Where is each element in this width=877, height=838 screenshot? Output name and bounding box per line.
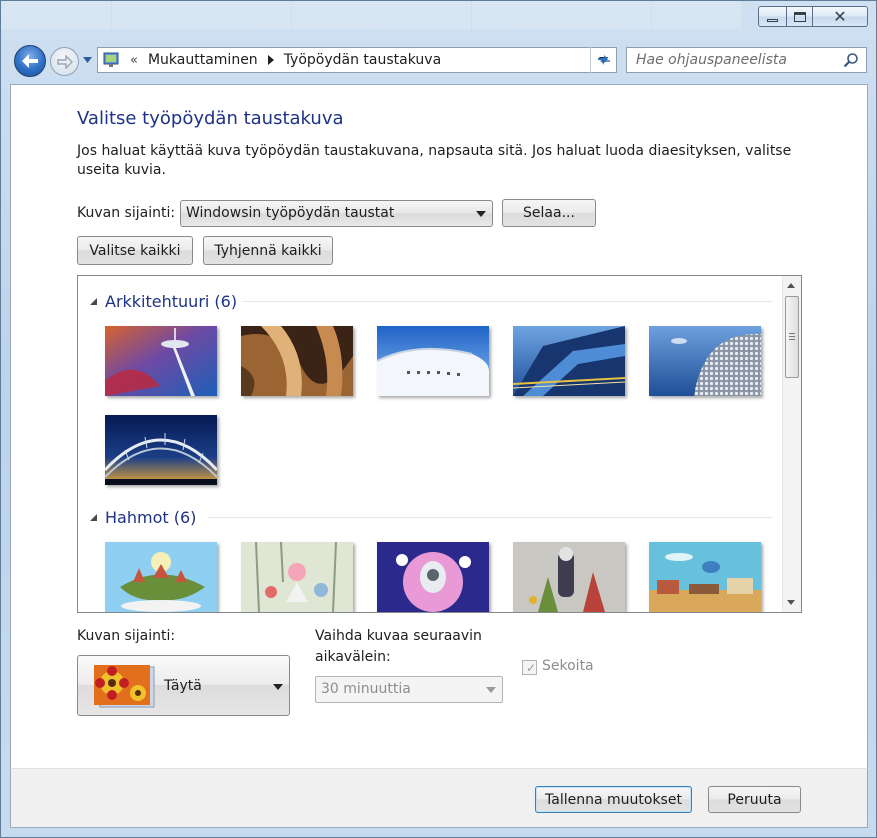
- flying-character-town-image: [649, 542, 761, 612]
- arched-bridge-sunset-image: [105, 415, 217, 485]
- chevron-down-icon: [476, 211, 486, 217]
- wallpaper-thumb-space-needle[interactable]: [105, 326, 217, 396]
- wallpaper-thumb-arched-bridge[interactable]: [105, 415, 217, 485]
- curved-metal-closeup-image: [241, 326, 353, 396]
- minimize-button[interactable]: [758, 6, 787, 27]
- control-panel-icon: [103, 52, 119, 67]
- forward-button[interactable]: [50, 47, 79, 76]
- search-icon[interactable]: [843, 52, 859, 68]
- grip-icon: [789, 333, 795, 334]
- interval-select-value: 30 minuuttia: [321, 681, 411, 697]
- shuffle-label: Sekoita: [542, 658, 594, 674]
- space-needle-tower-image: [105, 326, 217, 396]
- dotted-dome-building-image: [649, 326, 761, 396]
- group-divider: [208, 517, 772, 518]
- group-divider: [242, 301, 772, 302]
- picture-position-select[interactable]: Täytä: [77, 655, 290, 716]
- fill-position-preview-icon: [94, 665, 155, 708]
- pastel-forest-creatures-image: [241, 542, 353, 612]
- breadcrumb-item-desktop-background[interactable]: Työpöydän taustakuva: [284, 52, 441, 68]
- wallpaper-thumb-cartoon-monster[interactable]: [377, 542, 489, 612]
- blue-steel-facade-image: [513, 326, 625, 396]
- shuffle-checkbox: ✓: [522, 660, 537, 675]
- breadcrumb-item-personalization[interactable]: Mukauttaminen: [148, 52, 258, 68]
- save-changes-button[interactable]: Tallenna muutokset: [535, 786, 692, 813]
- back-arrow-icon: [22, 54, 38, 68]
- close-icon: ✕: [833, 6, 847, 26]
- refresh-button[interactable]: [590, 47, 617, 73]
- wallpaper-thumb-white-building[interactable]: [377, 326, 489, 396]
- group-title: Arkkitehtuuri (6): [105, 292, 238, 311]
- forward-arrow-icon: [56, 54, 73, 69]
- quirky-figures-grey-image: [513, 542, 625, 612]
- back-button[interactable]: [14, 45, 46, 77]
- cancel-button[interactable]: Peruuta: [708, 786, 801, 813]
- wallpaper-thumb-dotted-dome[interactable]: [649, 326, 761, 396]
- wallpaper-gallery[interactable]: Arkkitehtuuri (6) Hahmot (6): [77, 275, 802, 613]
- checkmark-icon: ✓: [526, 661, 537, 675]
- location-select-value: Windowsin työpöydän taustat: [186, 205, 395, 221]
- wallpaper-thumb-quirky-figures[interactable]: [513, 542, 625, 612]
- group-title: Hahmot (6): [105, 508, 197, 527]
- interval-select: 30 minuuttia: [315, 676, 503, 703]
- picture-position-value: Täytä: [164, 678, 202, 694]
- page-title: Valitse työpöydän taustakuva: [77, 108, 344, 129]
- wallpaper-thumb-flying-turtle[interactable]: [105, 542, 217, 612]
- interval-label-line1: Vaihda kuvaa seuraavin: [315, 628, 482, 644]
- scroll-down-icon[interactable]: [787, 600, 795, 605]
- white-curved-building-image: [377, 326, 489, 396]
- wallpaper-thumb-curved-metal[interactable]: [241, 326, 353, 396]
- chevron-down-icon: [273, 684, 283, 690]
- collapse-triangle-icon[interactable]: [90, 514, 97, 521]
- select-all-button[interactable]: Valitse kaikki: [77, 236, 193, 265]
- search-input[interactable]: Hae ohjauspaneelista: [626, 47, 867, 73]
- recent-pages-dropdown[interactable]: [82, 55, 92, 65]
- breadcrumb-separator-icon[interactable]: [267, 55, 274, 65]
- clear-all-button[interactable]: Tyhjennä kaikki: [203, 236, 333, 265]
- address-bar[interactable]: « Mukauttaminen Työpöydän taustakuva: [97, 47, 617, 73]
- caption-buttons: ✕: [758, 6, 868, 27]
- chevron-down-icon: [486, 687, 496, 693]
- maximize-icon: [793, 11, 806, 22]
- group-header-architecture[interactable]: Arkkitehtuuri (6): [90, 292, 237, 311]
- maximize-button[interactable]: [787, 6, 813, 27]
- scroll-up-icon[interactable]: [787, 283, 795, 288]
- position-label: Kuvan sijainti:: [77, 628, 176, 644]
- wallpaper-thumb-flying-character[interactable]: [649, 542, 761, 612]
- refresh-icon: [598, 55, 610, 65]
- browse-button[interactable]: Selaa...: [502, 199, 596, 227]
- interval-label-line2: aikavälein:: [315, 649, 391, 665]
- page-description: Jos haluat käyttää kuva työpöydän tausta…: [77, 143, 792, 178]
- minimize-icon: [767, 19, 778, 22]
- collapse-triangle-icon[interactable]: [90, 298, 97, 305]
- wallpaper-thumb-blue-facade[interactable]: [513, 326, 625, 396]
- wallpaper-thumb-pastel-forest[interactable]: [241, 542, 353, 612]
- location-label: Kuvan sijainti:: [77, 205, 176, 221]
- group-header-characters[interactable]: Hahmot (6): [90, 508, 196, 527]
- search-placeholder: Hae ohjauspaneelista: [636, 52, 787, 68]
- title-bar-background: [1, 1, 741, 29]
- close-button[interactable]: ✕: [813, 6, 868, 27]
- gallery-scrollbar[interactable]: [782, 276, 801, 612]
- location-select[interactable]: Windowsin työpöydän taustat: [180, 200, 493, 227]
- breadcrumb-overflow[interactable]: «: [130, 53, 138, 68]
- scrollbar-thumb[interactable]: [785, 296, 799, 378]
- chevron-down-icon: [82, 57, 92, 63]
- flying-turtle-city-image: [105, 542, 217, 612]
- cartoon-monster-purple-image: [377, 542, 489, 612]
